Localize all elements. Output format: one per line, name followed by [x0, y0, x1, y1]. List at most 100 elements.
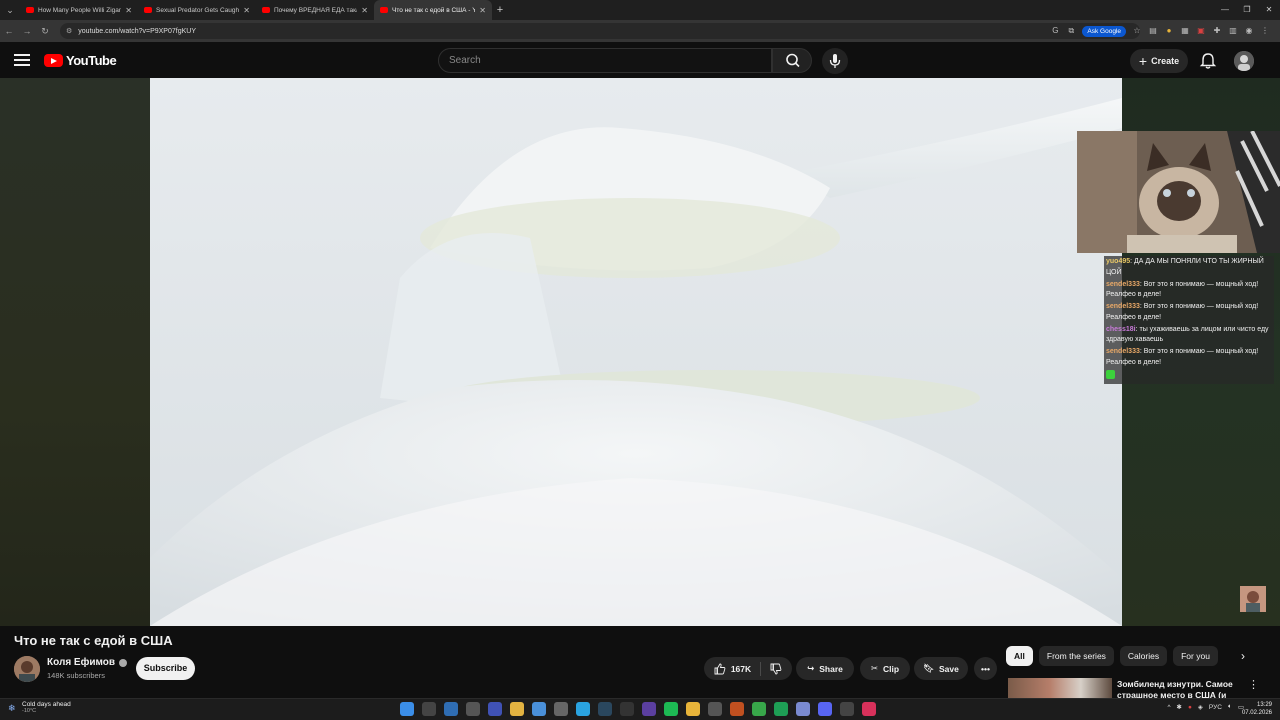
account-avatar[interactable] [1234, 51, 1254, 71]
app-icon[interactable] [532, 702, 546, 716]
discord-icon[interactable] [818, 702, 832, 716]
recommendation-menu-icon[interactable]: ⋮ [1248, 678, 1259, 691]
extensions-puzzle-icon[interactable]: ✚ [1212, 26, 1222, 36]
bluetooth-icon[interactable]: ✱ [1177, 703, 1182, 711]
app-icon[interactable] [774, 702, 788, 716]
reload-icon[interactable]: ↻ [36, 26, 54, 37]
profile-icon[interactable]: ◉ [1244, 26, 1254, 36]
address-bar[interactable]: ⚙ youtube.com/watch?v=P9XP07fgKUY [60, 23, 1140, 39]
chip-calories[interactable]: Calories [1119, 646, 1168, 666]
recommendation-chips: All From the series Calories For you [1006, 646, 1218, 666]
thumbs-down-icon[interactable] [770, 663, 782, 675]
browser-tab[interactable]: Sexual Predator Gets Caught in... ✕ [138, 0, 256, 20]
chat-text: ДА ДА МЫ ПОНЯЛИ ЧТО ТЫ ЖИРНЫЙ ЦОЙ [1106, 258, 1264, 276]
hamburger-menu-icon[interactable] [14, 54, 30, 69]
thumbs-up-icon[interactable] [714, 663, 726, 675]
app-icon[interactable] [796, 702, 810, 716]
sidepanel-icon[interactable]: ▥ [1228, 26, 1238, 36]
share-button[interactable]: ↪ Share [796, 657, 854, 680]
calendar-icon[interactable] [554, 702, 568, 716]
create-button[interactable]: + Create [1130, 49, 1188, 73]
app-icon[interactable] [642, 702, 656, 716]
telegram-icon[interactable] [576, 702, 590, 716]
like-count[interactable]: 167K [731, 664, 751, 674]
site-info-icon[interactable]: ⚙ [66, 27, 72, 35]
chip-for-you[interactable]: For you [1173, 646, 1218, 666]
voice-search-button[interactable] [822, 48, 848, 74]
search-input[interactable]: Search [438, 48, 772, 73]
chip-from-the-series[interactable]: From the series [1038, 646, 1114, 666]
extension-icon[interactable]: ▦ [1180, 26, 1190, 36]
save-button[interactable]: 🔖︎ Save [914, 657, 968, 680]
tray-chevron-icon[interactable]: ^ [1167, 704, 1170, 711]
new-tab-button[interactable]: + [492, 4, 508, 16]
search-icon[interactable] [422, 702, 436, 716]
youtube-logo[interactable]: YouTube [44, 53, 117, 68]
bookmark-star-icon[interactable]: ☆ [1132, 26, 1142, 36]
recommended-video-title[interactable]: Зомбиленд изнутри. Самое страшное место … [1117, 679, 1237, 699]
taskbar-clock[interactable]: 13:29 07.02.2026 [1242, 701, 1272, 717]
channel-avatar[interactable] [14, 656, 40, 682]
back-icon[interactable]: ← [0, 26, 18, 36]
chevron-right-icon[interactable]: › [1236, 646, 1250, 666]
extension-icon[interactable]: ▤ [1148, 26, 1158, 36]
extension-icon[interactable]: ▣ [1196, 26, 1206, 36]
weather-widget[interactable]: ❄ Cold days ahead -10°C [8, 701, 71, 714]
language-indicator[interactable]: РУС [1209, 704, 1222, 711]
tab-search-icon[interactable]: ⌄ [0, 0, 20, 20]
ask-google-button[interactable]: Ask Google [1082, 25, 1126, 37]
forward-icon[interactable]: → [18, 26, 36, 36]
miniplayer-thumbnail[interactable] [1240, 586, 1266, 612]
app-icon[interactable] [708, 702, 722, 716]
search-button[interactable] [772, 48, 812, 73]
notifications-bell-icon[interactable] [1198, 51, 1218, 71]
windows-start-icon[interactable] [400, 702, 414, 716]
clip-label: Clip [883, 663, 900, 674]
close-tab-icon[interactable]: ✕ [361, 6, 368, 15]
app-icon[interactable] [752, 702, 766, 716]
browser-tabstrip: ⌄ How Many People Willi Zigan!... ✕ Sexu… [0, 0, 1280, 20]
spotify-icon[interactable] [664, 702, 678, 716]
maximize-icon[interactable]: ❐ [1236, 0, 1258, 20]
subscribe-button[interactable]: Subscribe [136, 657, 195, 680]
app-icon[interactable] [488, 702, 502, 716]
browser-tab-active[interactable]: Что не так с едой в США - You... ✕ [374, 0, 492, 20]
chip-all[interactable]: All [1006, 646, 1033, 666]
close-tab-icon[interactable]: ✕ [243, 6, 250, 15]
channel-name[interactable]: Коля Ефимов [47, 657, 128, 668]
app-tray-icon[interactable]: ● [1188, 704, 1192, 711]
music-icon[interactable] [862, 702, 876, 716]
clip-button[interactable]: ✂ Clip [860, 657, 910, 680]
chrome-icon[interactable] [686, 702, 700, 716]
volume-icon[interactable]: 🔈︎ [1228, 703, 1232, 711]
chat-message: sendel333: Вот это я понимаю — мощный хо… [1106, 348, 1259, 366]
google-lens-icon[interactable]: G [1050, 26, 1060, 36]
streamer-webcam [1077, 131, 1280, 253]
youtube-wordmark: YouTube [66, 53, 117, 68]
system-tray: ^ ✱ ● ◈ РУС 🔈︎ ▭ [1167, 703, 1244, 711]
steam-icon[interactable] [598, 702, 612, 716]
close-window-icon[interactable]: ✕ [1258, 0, 1280, 20]
minimize-icon[interactable]: — [1214, 0, 1236, 20]
app-icon[interactable] [840, 702, 854, 716]
menu-dots-icon[interactable]: ⋮ [1260, 26, 1270, 36]
close-tab-icon[interactable]: ✕ [125, 6, 132, 15]
youtube-header: YouTube Search + Create [0, 42, 1280, 78]
app-icon[interactable] [466, 702, 480, 716]
app-icon[interactable] [730, 702, 744, 716]
more-actions-button[interactable]: ••• [974, 657, 997, 680]
file-explorer-icon[interactable] [510, 702, 524, 716]
task-view-icon[interactable] [444, 702, 458, 716]
app-tray-icon[interactable]: ◈ [1198, 703, 1203, 711]
install-icon[interactable]: ⧉ [1066, 26, 1076, 36]
recommended-video-thumbnail[interactable] [1008, 678, 1112, 698]
video-player[interactable] [150, 78, 1122, 626]
weather-title: Cold days ahead [22, 701, 71, 708]
taskbar-apps [400, 702, 876, 716]
chat-message: yuo495: ДА ДА МЫ ПОНЯЛИ ЧТО ТЫ ЖИРНЫЙ ЦО… [1106, 258, 1264, 276]
browser-tab[interactable]: How Many People Willi Zigan!... ✕ [20, 0, 138, 20]
close-tab-icon[interactable]: ✕ [479, 6, 486, 15]
extension-icon[interactable]: ● [1164, 26, 1174, 36]
app-icon[interactable] [620, 702, 634, 716]
browser-tab[interactable]: Почему ВРЕДНАЯ ЕДА такая В... ✕ [256, 0, 374, 20]
